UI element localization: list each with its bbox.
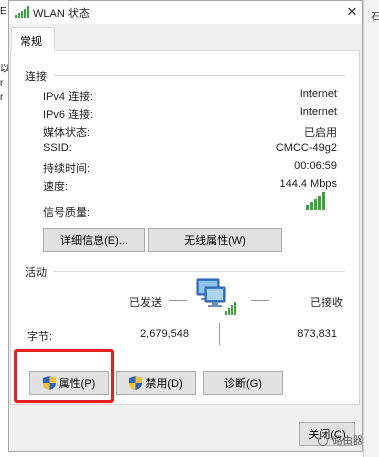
- network-computers-icon: [196, 278, 236, 315]
- received-label: 已接收: [310, 297, 343, 309]
- duration-label: 持续时间:: [43, 163, 91, 175]
- watermark-logo-icon: [318, 436, 328, 447]
- highlight-annotation: [14, 349, 114, 403]
- speed-label: 速度:: [43, 181, 69, 193]
- background-text: 以: [0, 64, 8, 75]
- ipv6-label: IPv6 连接:: [43, 109, 94, 121]
- received-line: [251, 300, 269, 301]
- ipv4-value: Internet: [299, 88, 337, 100]
- background-text: r: [0, 78, 4, 89]
- ssid-value: CMCC-49g2: [275, 142, 337, 154]
- bytes-received-value: 873,831: [297, 328, 337, 340]
- speed-value: 144.4 Mbps: [279, 178, 337, 190]
- ipv6-value: Internet: [299, 106, 337, 118]
- separator: [53, 271, 345, 272]
- wifi-signal-icon: [15, 6, 29, 18]
- diagnose-button[interactable]: 诊断(G): [203, 371, 283, 395]
- signal-quality-label: 信号质量:: [43, 207, 91, 219]
- media-state-value: 已启用: [304, 127, 337, 139]
- activity-section-title: 活动: [25, 267, 47, 279]
- duration-value: 00:06:59: [294, 160, 337, 172]
- tab-general[interactable]: 常规: [11, 27, 55, 51]
- title-bar[interactable]: WLAN 状态 ✕: [9, 1, 362, 24]
- disable-button-label: 禁用(D): [145, 378, 183, 390]
- sent-line: [169, 300, 187, 301]
- bytes-divider: [219, 323, 220, 345]
- close-icon[interactable]: ✕: [343, 3, 361, 21]
- watermark-text: 路由器: [332, 436, 363, 447]
- wireless-properties-button[interactable]: 无线属性(W): [148, 228, 282, 252]
- bytes-label: 字节:: [27, 331, 53, 343]
- background-right-window: [363, 0, 379, 457]
- uac-shield-icon: [129, 376, 143, 390]
- ssid-label: SSID:: [43, 142, 72, 154]
- watermark: 路由器: [318, 432, 363, 447]
- background-text: r: [0, 92, 4, 103]
- disable-button[interactable]: 禁用(D): [116, 371, 196, 395]
- media-state-label: 媒体状态:: [43, 127, 91, 139]
- ipv4-label: IPv4 连接:: [43, 91, 94, 103]
- connection-section-title: 连接: [25, 71, 47, 83]
- window-title: WLAN 状态: [33, 8, 90, 20]
- background-text: E: [0, 6, 7, 17]
- separator: [53, 75, 345, 76]
- background-text: 石: [371, 12, 379, 23]
- signal-strength-icon: [306, 192, 325, 210]
- bytes-sent-value: 2,679,548: [140, 328, 189, 340]
- sent-label: 已发送: [129, 297, 162, 309]
- details-button[interactable]: 详细信息(E)...: [43, 228, 145, 252]
